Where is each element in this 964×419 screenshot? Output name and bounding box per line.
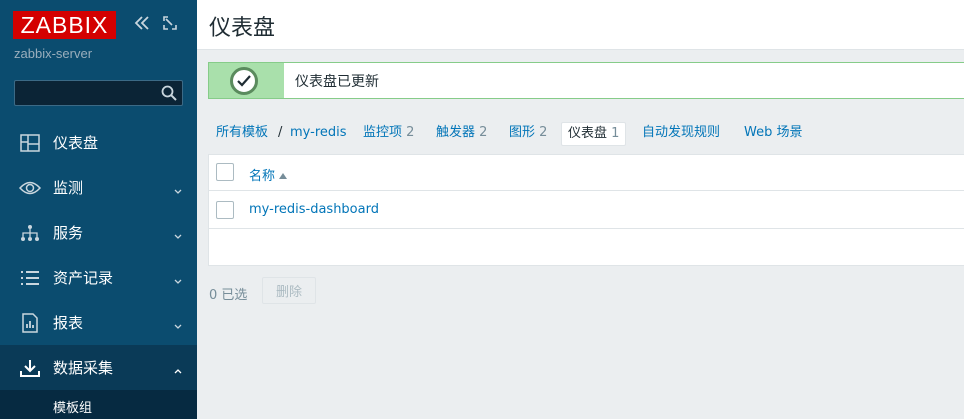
sidebar-subitem-template-groups[interactable]: 模板组 [0,390,197,419]
sidebar-item-reports[interactable]: 报表 [0,300,197,345]
dashboard-icon [16,133,44,153]
message-text: 仪表盘已更新 [295,74,379,90]
column-name-header[interactable]: 名称 [249,165,288,184]
tab-label: 自动发现规则 [642,125,721,140]
success-message: 仪表盘已更新 [208,62,964,99]
tab-dashboards[interactable]: 仪表盘 1 [561,122,627,146]
page-header: 仪表盘 [197,0,964,50]
chevron-down-icon [173,317,183,329]
tab-label: 仪表盘 [568,126,608,141]
sidebar-item-label: 报表 [53,314,84,332]
search-input[interactable] [15,81,155,105]
sidebar-search[interactable] [14,80,183,106]
sidebar-item-services[interactable]: 服务 [0,210,197,255]
sidebar: ZABBIX zabbix-server 仪表盘 监测 服务 资产记录 报表 数… [0,0,197,419]
server-name: zabbix-server [14,46,93,61]
sort-asc-icon [279,173,288,179]
chevron-up-icon [173,362,183,374]
eye-icon [16,178,44,198]
row-checkbox[interactable] [216,201,234,219]
chevron-down-icon [173,272,183,284]
services-icon [16,223,44,243]
template-tabs: 所有模板 / my-redis 监控项 2 触发器 2 图形 2 仪表盘 1 自… [197,122,964,146]
chevron-down-icon [173,182,183,194]
tab-count: 2 [539,125,548,140]
sidebar-item-label: 仪表盘 [53,134,99,152]
tab-count: 2 [406,125,415,140]
dashboards-table: 名称 my-redis-dashboard [208,154,964,266]
report-icon [16,312,44,333]
tab-label: Web 场景 [744,125,803,140]
main-content: 仪表盘 仪表盘已更新 所有模板 / my-redis 监控项 2 触发器 2 图… [197,0,964,419]
sidebar-item-data-collection[interactable]: 数据采集 [0,345,197,390]
check-icon [230,67,258,95]
breadcrumb-all-templates[interactable]: 所有模板 [216,122,268,146]
sidebar-item-monitoring[interactable]: 监测 [0,165,197,210]
tab-triggers[interactable]: 触发器 2 [436,122,487,146]
kiosk-mode-icon[interactable] [160,14,180,36]
sidebar-item-dashboard[interactable]: 仪表盘 [0,120,197,165]
sidebar-item-label: 监测 [53,179,84,197]
list-icon [16,268,44,288]
breadcrumb-separator: / [278,125,283,140]
sidebar-item-inventory[interactable]: 资产记录 [0,255,197,300]
sidebar-item-label: 资产记录 [53,269,114,287]
delete-button[interactable]: 删除 [262,277,316,304]
sidebar-subitem-label: 模板组 [53,401,93,416]
chevron-down-icon [173,227,183,239]
table-row: my-redis-dashboard [209,191,964,229]
select-all-checkbox[interactable] [216,163,234,181]
tab-graphs[interactable]: 图形 2 [509,122,547,146]
page-title: 仪表盘 [209,16,276,41]
sidebar-item-label: 数据采集 [53,359,114,377]
tab-discovery-rules[interactable]: 自动发现规则 [642,122,720,146]
zabbix-logo[interactable]: ZABBIX [13,11,116,39]
selected-count: 0 已选 [209,288,248,303]
collapse-sidebar-icon[interactable] [132,14,152,36]
search-icon[interactable] [161,85,177,101]
tab-label: 图形 [509,125,536,140]
tab-label: 触发器 [436,125,476,140]
tab-count: 1 [611,126,620,141]
tab-web-scenarios[interactable]: Web 场景 [744,122,802,146]
tab-label: 监控项 [363,125,403,140]
table-header-row: 名称 [209,155,964,191]
column-name-label: 名称 [249,169,276,184]
sidebar-item-label: 服务 [53,224,84,242]
tab-items[interactable]: 监控项 2 [363,122,414,146]
breadcrumb-template[interactable]: my-redis [290,122,347,146]
tab-count: 2 [479,125,488,140]
dashboard-link[interactable]: my-redis-dashboard [249,202,379,217]
download-icon [16,358,44,378]
